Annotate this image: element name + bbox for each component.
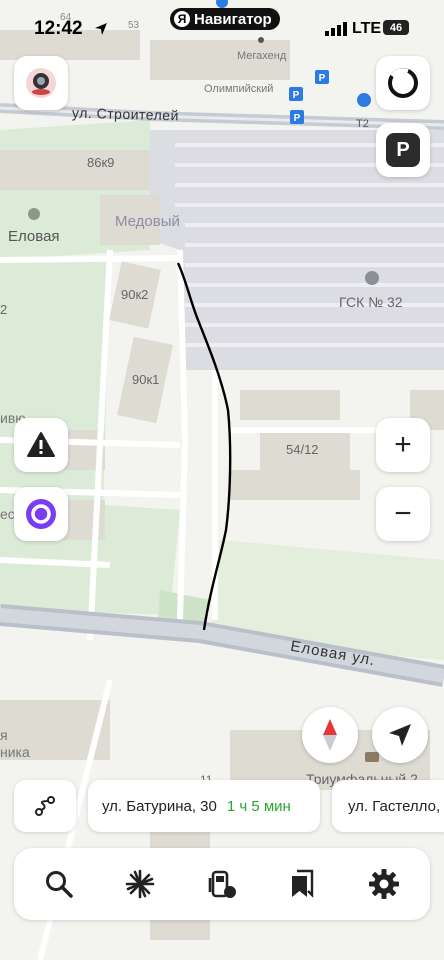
- route-icon: [35, 796, 55, 816]
- yandex-logo: Я: [174, 11, 190, 27]
- location-arrow-icon: [95, 23, 107, 35]
- gear-icon: [369, 869, 399, 899]
- parking-icon: P: [386, 133, 420, 167]
- navigation-arrow-icon: [389, 724, 411, 746]
- alice-button[interactable]: [14, 487, 68, 541]
- compass-icon: [323, 719, 337, 751]
- signal-icon: [325, 22, 347, 36]
- network-label: LTE: [352, 20, 382, 37]
- map-number-label: 2: [0, 302, 8, 317]
- settings-button[interactable]: [362, 862, 406, 906]
- camera-avatar-icon: [26, 68, 56, 98]
- fuel-button[interactable]: [200, 862, 244, 906]
- map-place-label: Т2: [356, 118, 369, 130]
- bookmarks-button[interactable]: [280, 862, 324, 906]
- building-label: 90к2: [121, 287, 149, 302]
- building-label: 90к1: [132, 372, 160, 387]
- search-button[interactable]: [37, 862, 81, 906]
- garage-label: ГСК № 32: [339, 294, 403, 310]
- route-destination: ул. Батурина, 30: [102, 797, 217, 815]
- building-label: 86к9: [87, 155, 115, 170]
- parking-label: P: [396, 138, 410, 161]
- briefcase-icon: [365, 752, 379, 762]
- bottom-toolbar: [14, 848, 430, 920]
- parking-button[interactable]: P: [376, 123, 430, 177]
- locate-button[interactable]: [372, 707, 428, 763]
- circle-layers-icon: [388, 68, 418, 98]
- alice-icon: [26, 499, 56, 529]
- navigator-pill[interactable]: Я Навигатор: [170, 8, 280, 30]
- district-label: Еловая: [8, 228, 60, 245]
- svg-text:P: P: [319, 73, 326, 84]
- warning-icon: [27, 432, 55, 457]
- tree-icon: [28, 208, 40, 220]
- zoom-in-button[interactable]: +: [376, 418, 430, 472]
- status-bar: 12:42 Я Навигатор LTE 46: [0, 0, 444, 58]
- district-label: Медовый: [115, 213, 180, 230]
- route-variants-button[interactable]: [14, 780, 76, 832]
- zoom-out-button[interactable]: −: [376, 487, 430, 541]
- garage-car-icon: [365, 271, 379, 285]
- svg-text:P: P: [294, 113, 301, 124]
- battery-indicator: 46: [383, 20, 409, 35]
- building-label: 54/12: [286, 442, 319, 457]
- profile-button[interactable]: [14, 56, 68, 110]
- map-place-label: Олимпийский: [204, 83, 274, 95]
- status-time: 12:42: [34, 18, 83, 39]
- search-icon: [46, 871, 73, 898]
- route-suggestions: ул. Батурина, 30 1 ч 5 мин ул. Гастелло,: [0, 780, 444, 834]
- compass-button[interactable]: [302, 707, 358, 763]
- layers-button[interactable]: [376, 56, 430, 110]
- street-label: ул. Строителей: [71, 104, 180, 124]
- bookmarks-icon: [292, 869, 314, 898]
- plus-icon: +: [394, 428, 412, 461]
- navigator-pill-label: Навигатор: [194, 10, 272, 28]
- route-duration: 1 ч 5 мин: [226, 797, 291, 815]
- minus-icon: −: [394, 497, 412, 530]
- road-alert-button[interactable]: [14, 418, 68, 472]
- route-chip[interactable]: ул. Гастелло,: [332, 780, 444, 832]
- burst-icon: [125, 869, 155, 899]
- svg-text:P: P: [293, 90, 300, 101]
- map-cut-label: я: [0, 727, 8, 743]
- route-chip[interactable]: ул. Батурина, 30 1 ч 5 мин: [88, 780, 320, 832]
- fuel-icon: [208, 870, 236, 898]
- map-place-label: ника: [0, 744, 30, 760]
- discover-button[interactable]: [118, 862, 162, 906]
- route-destination: ул. Гастелло,: [348, 797, 441, 815]
